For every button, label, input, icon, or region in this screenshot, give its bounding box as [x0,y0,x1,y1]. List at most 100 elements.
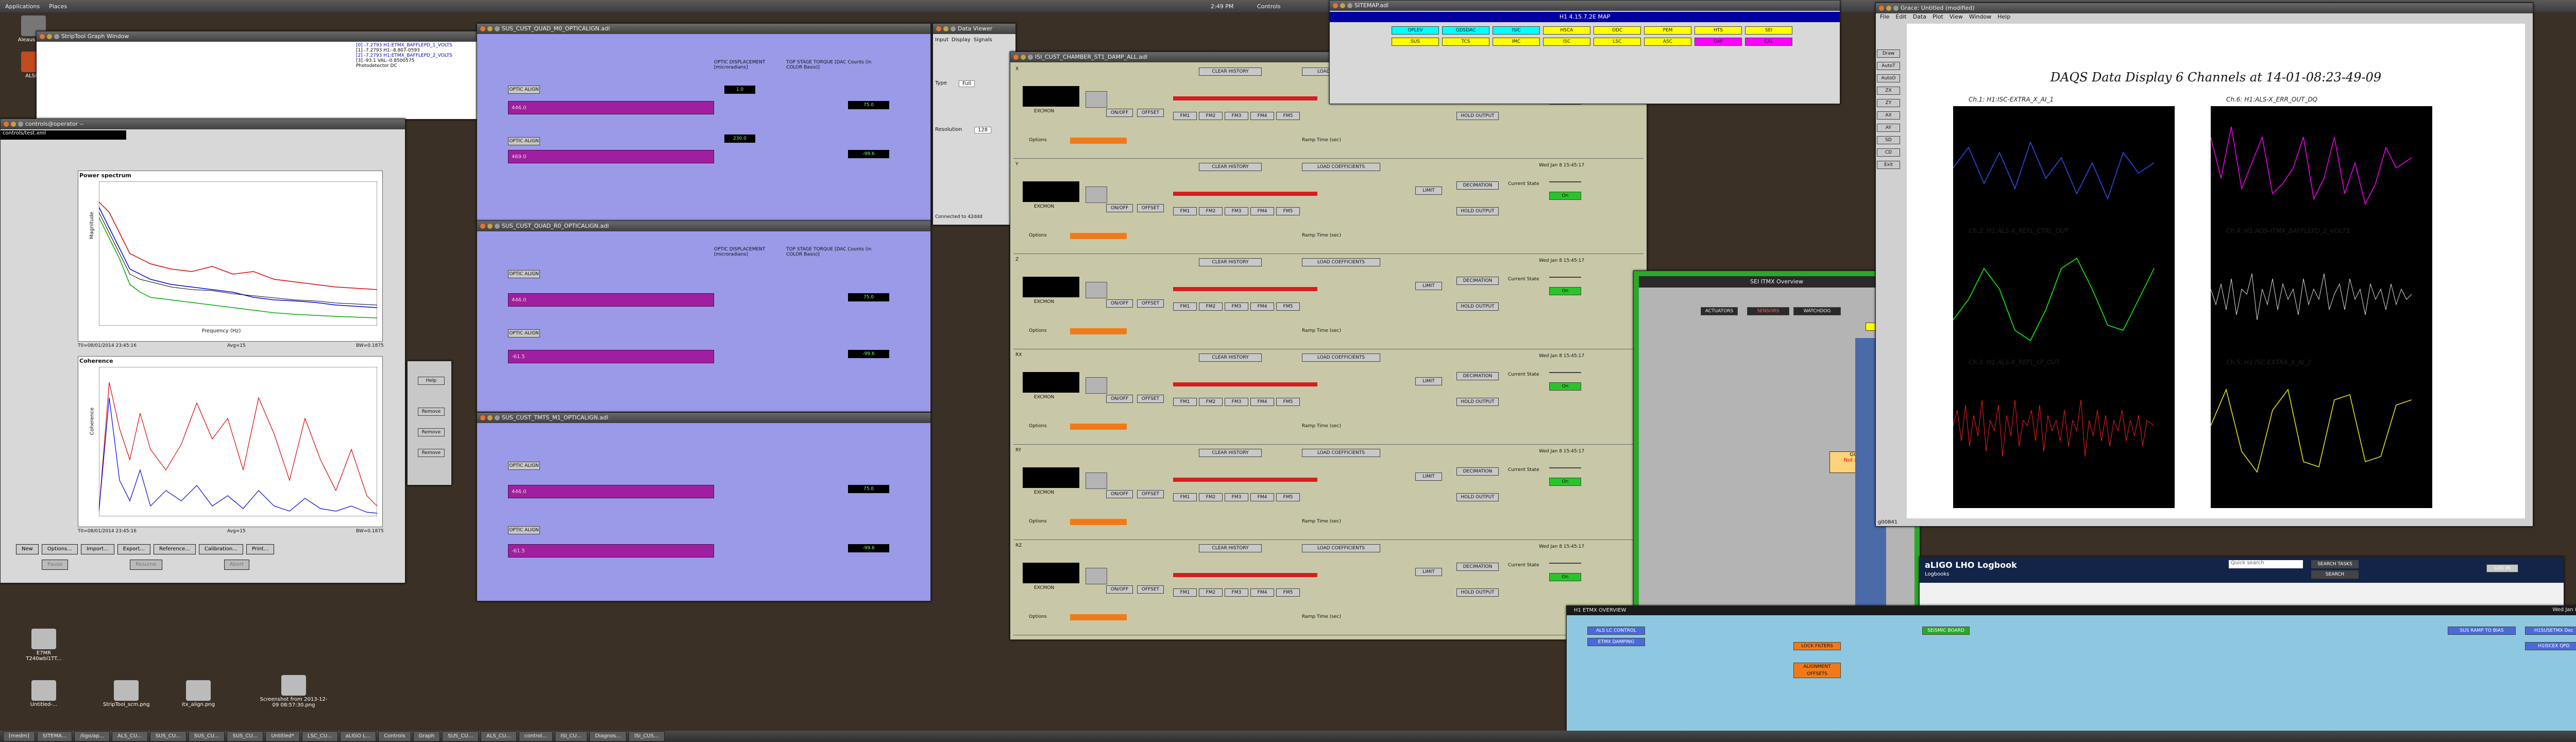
h1iscex-button[interactable]: H1ISCEX QPD [2525,642,2576,650]
fm3-button[interactable]: FM3 [1225,112,1248,120]
desktop-icon[interactable]: itx_align.png [175,680,222,707]
menu-plot[interactable]: Plot [1933,13,1943,23]
taskbar-item[interactable]: Diagnos... [589,731,627,741]
minimize-icon[interactable] [1340,3,1345,8]
onoff-switch[interactable] [1086,91,1107,108]
login-button[interactable]: LOG IN [2486,564,2518,572]
autot-button[interactable]: AutoT [1877,62,1900,70]
decimation-button[interactable]: DECIMATION [1456,467,1499,476]
user-menu[interactable]: Controls [1257,3,1281,10]
taskbar-item[interactable]: Untitled* [265,731,300,741]
close-icon[interactable] [1879,6,1884,11]
fm2-button[interactable]: FM2 [1199,207,1223,215]
limit-button[interactable]: LIMIT [1415,568,1442,576]
taskbar-item[interactable]: aLIGO L... [340,731,377,741]
sus-optic-align-window[interactable]: SUS_CUST_QUAD_R0_OPTICALIGN.adl 446.0 -6… [477,221,931,412]
maximize-icon[interactable] [54,34,59,39]
sitemap-button[interactable]: TCS [1442,38,1489,46]
import-button[interactable]: Import... [80,544,114,554]
sus-optic-align-window[interactable]: SUS_CUST_QUAD_M0_OPTICALIGN.adl 446.0 46… [477,23,931,223]
exit-button[interactable]: Exit [1877,161,1900,169]
yaw-slider[interactable]: -61.5 [508,350,714,363]
striptool-window[interactable]: StripTool Graph Window [0] -7.2793 H1:ET… [36,31,490,120]
close-icon[interactable] [480,224,485,229]
maximize-icon[interactable] [495,224,500,229]
onoff-button[interactable]: ON/OFF [1106,204,1133,212]
taskbar-item[interactable]: ALS_CU... [481,731,517,741]
resume-button[interactable]: Resume [130,560,162,570]
decimation-button[interactable]: DECIMATION [1456,277,1499,285]
fm1-button[interactable]: FM1 [1173,588,1197,597]
offset-button[interactable]: OFFSET [1137,490,1164,498]
sitemap-button[interactable]: CAL [1745,38,1792,46]
sus-titlebar[interactable]: SUS_CUST_QUAD_M0_OPTICALIGN.adl [477,24,930,34]
zy-button[interactable]: ZY [1877,99,1900,107]
fm3-button[interactable]: FM3 [1225,302,1248,311]
dataviewer-titlebar[interactable]: Data Viewer [933,24,1015,34]
hold-output-button[interactable]: HOLD OUTPUT [1456,207,1499,215]
desktop-icon[interactable]: E7MR T240wbl1TT... [21,629,67,662]
sitemap-button[interactable]: ASC [1644,38,1691,46]
minimize-icon[interactable] [943,26,948,31]
fm2-button[interactable]: FM2 [1199,493,1223,501]
fm1-button[interactable]: FM1 [1173,493,1197,501]
taskbar-item[interactable]: SITEMA... [37,731,73,741]
dataviewer-window[interactable]: Data Viewer Input Display Signals Type F… [933,23,1016,225]
limit-button[interactable]: LIMIT [1415,377,1442,385]
export-button[interactable]: Export... [117,544,150,554]
isi-damp-window[interactable]: ISI_CUST_CHAMBER_ST1_DAMP_ALL.adl X CLEA… [1010,52,1647,640]
taskbar-item[interactable]: Graph [413,731,440,741]
close-icon[interactable] [936,26,941,31]
optic-align-button[interactable]: OPTIC ALIGN [508,86,540,94]
close-icon[interactable] [40,34,45,39]
lock-filters-button[interactable]: LOCK FILTERS [1793,642,1841,650]
search-tasks-button[interactable]: SEARCH TASKS [2311,560,2359,568]
hold-output-button[interactable]: HOLD OUTPUT [1456,588,1499,597]
load-coefficients-button[interactable]: LOAD COEFFICIENTS [1302,258,1380,266]
fm2-button[interactable]: FM2 [1199,398,1223,406]
taskbar-item[interactable]: ISI_CUS... [629,731,665,741]
etmx-overview-window[interactable]: H1 ETMX OVERVIEW Wed Jan 8 15:45:17 2014… [1566,605,2576,731]
offset-button[interactable]: OFFSET [1137,585,1164,594]
fm4-button[interactable]: FM4 [1250,493,1274,501]
hold-output-button[interactable]: HOLD OUTPUT [1456,112,1499,120]
taskbar-item[interactable]: control... [518,731,553,741]
minimize-icon[interactable] [47,34,52,39]
actuators-button[interactable]: ACTUATORS [1701,307,1738,315]
maximize-icon[interactable] [1893,6,1899,11]
fm1-button[interactable]: FM1 [1173,302,1197,311]
sus-titlebar[interactable]: SUS_CUST_QUAD_R0_OPTICALIGN.adl [477,221,930,231]
onoff-switch[interactable] [1086,568,1107,584]
offset-button[interactable]: OFFSET [1137,109,1164,117]
tab-signals[interactable]: Signals [974,37,992,43]
fm3-button[interactable]: FM3 [1225,588,1248,597]
close-icon[interactable] [480,415,485,420]
taskbar-item[interactable]: ISI_CU... [554,731,588,741]
fm4-button[interactable]: FM4 [1250,207,1274,215]
sitemap-button[interactable]: HTS [1694,26,1742,35]
dtt-window[interactable]: controls@operator -- controls/test.xml P… [0,119,405,583]
load-coefficients-button[interactable]: LOAD COEFFICIENTS [1302,353,1380,362]
fm2-button[interactable]: FM2 [1199,302,1223,311]
fm1-button[interactable]: FM1 [1173,112,1197,120]
clear-history-button[interactable]: CLEAR HISTORY [1199,68,1262,76]
yaw-slider[interactable]: 469.0 [508,150,714,163]
menu-window[interactable]: Window [1969,13,1991,23]
fm1-button[interactable]: FM1 [1173,398,1197,406]
sitemap-button[interactable]: LSC [1594,38,1641,46]
minimize-icon[interactable] [487,26,493,31]
yaw-slider[interactable]: -61.5 [508,544,714,558]
side-panel[interactable]: Help Remove Remove Remove [407,361,452,485]
sitemap-button[interactable]: SUS [1392,38,1439,46]
etmx-damping-button[interactable]: ETMX DAMPING [1587,638,1645,646]
sitemap-button[interactable]: ISIC [1493,26,1540,35]
quick-search-input[interactable]: Quick search [2229,560,2303,568]
onoff-switch[interactable] [1086,282,1107,298]
new-button[interactable]: New [16,544,39,554]
applications-menu[interactable]: Applications [5,3,40,10]
optic-align-button[interactable]: OPTIC ALIGN [508,270,540,278]
menu-file[interactable]: File [1880,13,1889,23]
taskbar-item[interactable]: SUS_CU... [188,731,225,741]
grace-window[interactable]: Grace: Untitled (modified) File Edit Dat… [1875,3,2533,527]
hold-output-button[interactable]: HOLD OUTPUT [1456,302,1499,311]
